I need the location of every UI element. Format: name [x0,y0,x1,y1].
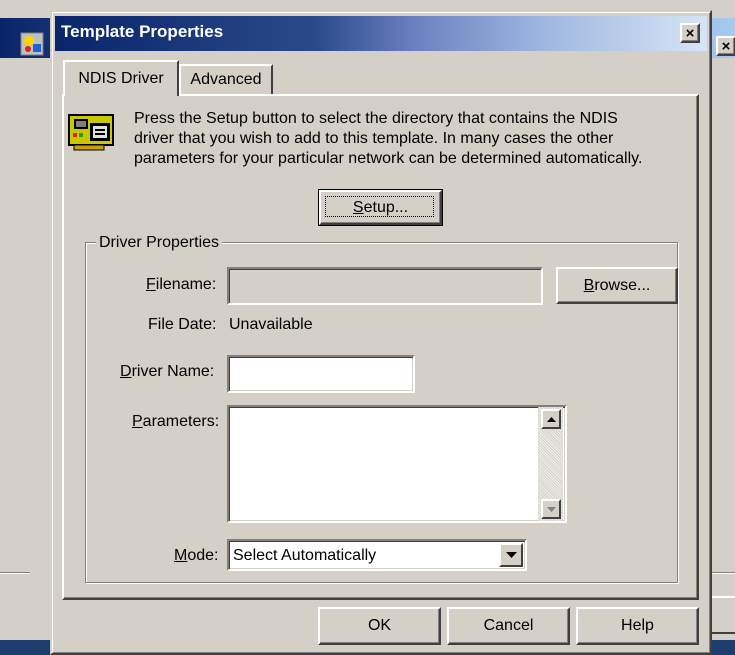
parameters-textarea[interactable] [227,405,567,523]
help-button-label: Help [621,617,654,634]
cancel-button-label: Cancel [483,617,534,634]
setup-button-label: Setup... [352,198,409,216]
network-card-icon [68,113,116,151]
parameters-scrollbar[interactable] [538,407,563,521]
background-button-edge [710,596,735,634]
scroll-up-icon[interactable] [541,409,561,429]
active-tab-joiner [65,93,177,97]
filename-field[interactable] [227,267,543,305]
dialog-title: Template Properties [61,22,224,41]
file-date-label: File Date: [148,316,217,333]
tab-ndis-driver-label: NDIS Driver [78,70,164,87]
cancel-button[interactable]: Cancel [447,607,570,645]
background-close-icon[interactable]: × [716,36,735,56]
mode-select-value: Select Automatically [233,547,377,564]
driver-name-label: Driver Name: [120,363,215,380]
mode-select[interactable]: Select Automatically [227,539,527,571]
parameters-label: Parameters: [132,413,220,430]
setup-button[interactable]: Setup... [318,189,443,226]
intro-line-1: Press the Setup button to select the dir… [134,110,618,127]
background-app-icon [20,32,44,56]
help-button[interactable]: Help [576,607,699,645]
file-date-value: Unavailable [229,316,313,333]
browse-button-label: Browse... [583,276,651,294]
ok-button[interactable]: OK [318,607,441,645]
tab-advanced[interactable]: Advanced [179,64,273,94]
tab-advanced-label: Advanced [190,71,262,88]
background-divider [0,572,30,574]
scroll-down-icon[interactable] [541,499,561,519]
dropdown-arrow-icon[interactable] [499,543,523,567]
dialog-titlebar: Template Properties × [55,16,707,51]
mode-label: Mode: [174,547,219,564]
close-icon[interactable]: × [680,23,700,43]
ok-button-label: OK [367,617,392,634]
tab-ndis-driver[interactable]: NDIS Driver [63,60,179,96]
intro-line-3: parameters for your particular network c… [134,150,643,167]
driver-properties-group-title: Driver Properties [96,234,223,252]
browse-button[interactable]: Browse... [556,267,678,304]
driver-name-field[interactable] [227,355,415,393]
filename-label: Filename: [146,276,217,293]
intro-line-2: driver that you wish to add to this temp… [134,130,614,147]
